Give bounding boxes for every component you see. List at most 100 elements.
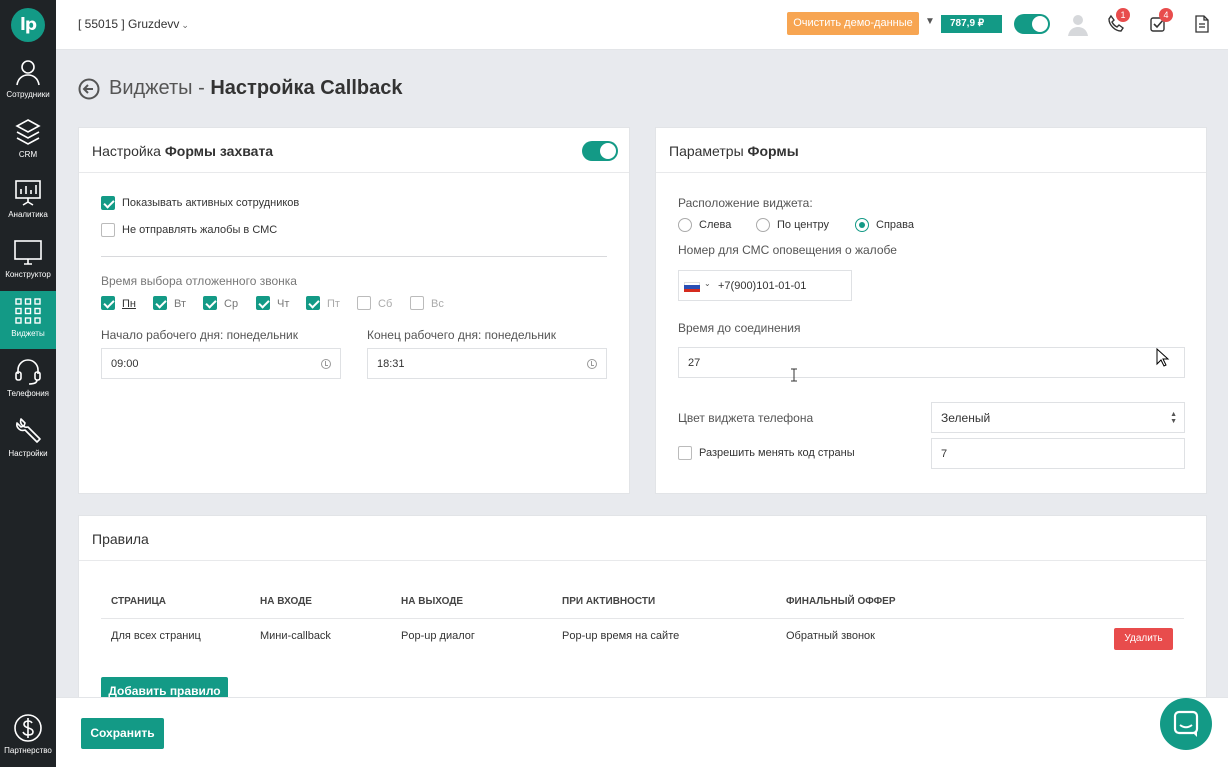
save-button[interactable]: Сохранить — [81, 718, 164, 749]
chat-icon — [1173, 710, 1199, 737]
day-checkbox-tue[interactable] — [153, 296, 167, 310]
day-label: Вт — [174, 298, 187, 310]
day-checkbox-wed[interactable] — [203, 296, 217, 310]
user-icon — [16, 60, 40, 86]
sidebar-item-telephony[interactable]: Телефония — [0, 351, 56, 409]
clear-demo-data-button[interactable]: Очистить демо-данные — [787, 12, 919, 35]
position-label: Расположение виджета: — [678, 196, 813, 210]
allow-country-code-checkbox[interactable] — [678, 446, 692, 460]
sidebar-item-widgets[interactable]: Виджеты — [0, 291, 56, 349]
phone-color-select[interactable]: Зеленый ▲ ▼ — [931, 402, 1185, 433]
account-switcher[interactable]: [ 55015 ] Gruzdevv ⌄ — [78, 17, 189, 31]
delayed-call-label: Время выбора отложенного звонка — [101, 274, 297, 288]
country-code-input[interactable]: 7 — [931, 438, 1185, 469]
rules-card: Правила СТРАНИЦА НА ВХОДЕ НА ВЫХОДЕ ПРИ … — [78, 515, 1207, 705]
card-title: Правила — [79, 516, 1206, 561]
no-sms-complaints-checkbox[interactable] — [101, 223, 115, 237]
workday-start-label: Начало рабочего дня: понедельник — [101, 328, 298, 342]
day-label: Сб — [378, 298, 393, 310]
workday-end-label: Конец рабочего дня: понедельник — [367, 328, 556, 342]
chevron-down-icon: ⌄ — [181, 20, 189, 30]
sidebar-item-analytics[interactable]: Аналитика — [0, 172, 56, 230]
day-checkbox-mon[interactable] — [101, 296, 115, 310]
clock-icon — [321, 359, 331, 369]
radio-label: Справа — [876, 219, 914, 231]
phone-badge: 1 — [1116, 8, 1130, 22]
workday-end-input[interactable]: 18:31 — [367, 348, 607, 379]
logo[interactable]: lp — [11, 8, 45, 42]
page-title: Виджеты - Настройка Callback — [109, 77, 403, 99]
form-params-card: Параметры Формы Расположение виджета: Сл… — [655, 127, 1207, 494]
sidebar-item-staff[interactable]: Сотрудники — [0, 52, 56, 110]
presentation-chart-icon — [15, 180, 41, 206]
card-title: Параметры Формы — [656, 128, 1206, 173]
sidebar-item-settings[interactable]: Настройки — [0, 411, 56, 469]
day-label: Вс — [431, 298, 444, 310]
divider — [101, 618, 1184, 619]
sidebar-item-label: Сотрудники — [6, 90, 50, 99]
table-cell: Для всех страниц — [111, 630, 201, 642]
delete-rule-button[interactable]: Удалить — [1114, 628, 1173, 650]
document-icon[interactable] — [1192, 14, 1212, 34]
capture-form-toggle[interactable] — [582, 141, 618, 161]
sidebar-item-label: Виджеты — [11, 329, 45, 338]
select-arrows-icon: ▲ ▼ — [1170, 411, 1177, 425]
day-label: Чт — [277, 298, 290, 310]
connect-time-input[interactable]: 27 — [678, 347, 1185, 378]
position-center-radio[interactable] — [756, 218, 770, 232]
chat-button[interactable] — [1160, 698, 1212, 750]
day-label: Пн — [122, 298, 136, 310]
day-label: Пт — [327, 298, 340, 310]
day-checkbox-sun[interactable] — [410, 296, 424, 310]
sms-number-input[interactable]: ⌄ +7(900)101-01-01 — [678, 270, 852, 301]
russia-flag-icon[interactable] — [684, 282, 700, 292]
table-cell: Мини-callback — [260, 630, 331, 642]
table-header: ПРИ АКТИВНОСТИ — [562, 596, 656, 607]
chevron-down-icon[interactable]: ▼ — [925, 16, 935, 27]
show-active-staff-label: Показывать активных сотрудников — [122, 197, 300, 209]
clock-icon — [587, 359, 597, 369]
headset-icon — [15, 359, 41, 385]
radio-label: Слева — [699, 219, 732, 231]
back-arrow-icon[interactable] — [78, 78, 100, 100]
connect-time-label: Время до соединения — [678, 321, 801, 335]
workday-start-input[interactable]: 09:00 — [101, 348, 341, 379]
table-header: СТРАНИЦА — [111, 596, 167, 607]
position-left-radio[interactable] — [678, 218, 692, 232]
footer-bar: Сохранить — [56, 697, 1228, 767]
text-cursor-icon — [791, 368, 797, 382]
day-checkbox-sat[interactable] — [357, 296, 371, 310]
phone-color-label: Цвет виджета телефона — [678, 411, 814, 425]
dollar-icon — [14, 714, 42, 742]
day-label: Ср — [224, 298, 239, 310]
sidebar-item-partnership[interactable]: Партнерство — [0, 708, 56, 766]
mouse-cursor-icon — [1156, 348, 1170, 367]
allow-country-code-label: Разрешить менять код страны — [699, 447, 855, 459]
show-active-staff-checkbox[interactable] — [101, 196, 115, 210]
wrench-icon — [16, 418, 41, 443]
top-bar: [ 55015 ] Gruzdevv ⌄ Очистить демо-данные… — [56, 0, 1228, 50]
table-header: НА ВЫХОДЕ — [401, 596, 464, 607]
sidebar-item-crm[interactable]: CRM — [0, 112, 56, 170]
sidebar-item-label: Аналитика — [8, 210, 48, 219]
day-checkbox-thu[interactable] — [256, 296, 270, 310]
table-header: НА ВХОДЕ — [260, 596, 312, 607]
avatar[interactable] — [1066, 12, 1090, 36]
grid-icon — [15, 298, 41, 324]
day-checkbox-fri[interactable] — [306, 296, 320, 310]
position-right-radio[interactable] — [855, 218, 869, 232]
table-header: ФИНАЛЬНЫЙ ОФФЕР — [786, 596, 896, 607]
balance-badge[interactable]: 787,9 ₽ — [941, 15, 1002, 33]
card-title: Настройка Формы захвата — [79, 128, 629, 173]
capture-form-card: Настройка Формы захвата Показывать актив… — [78, 127, 630, 494]
monitor-icon — [14, 240, 42, 265]
chevron-down-icon[interactable]: ⌄ — [704, 279, 711, 288]
sidebar-item-label: Настройки — [8, 449, 48, 458]
table-cell: Pop-up диалог — [401, 630, 475, 642]
sidebar-item-constructor[interactable]: Конструктор — [0, 232, 56, 290]
sidebar-item-label: CRM — [18, 150, 38, 159]
global-toggle[interactable] — [1014, 14, 1050, 34]
divider — [101, 256, 607, 257]
account-name: [ 55015 ] Gruzdevv — [78, 17, 180, 31]
no-sms-complaints-label: Не отправлять жалобы в СМС — [122, 224, 278, 236]
